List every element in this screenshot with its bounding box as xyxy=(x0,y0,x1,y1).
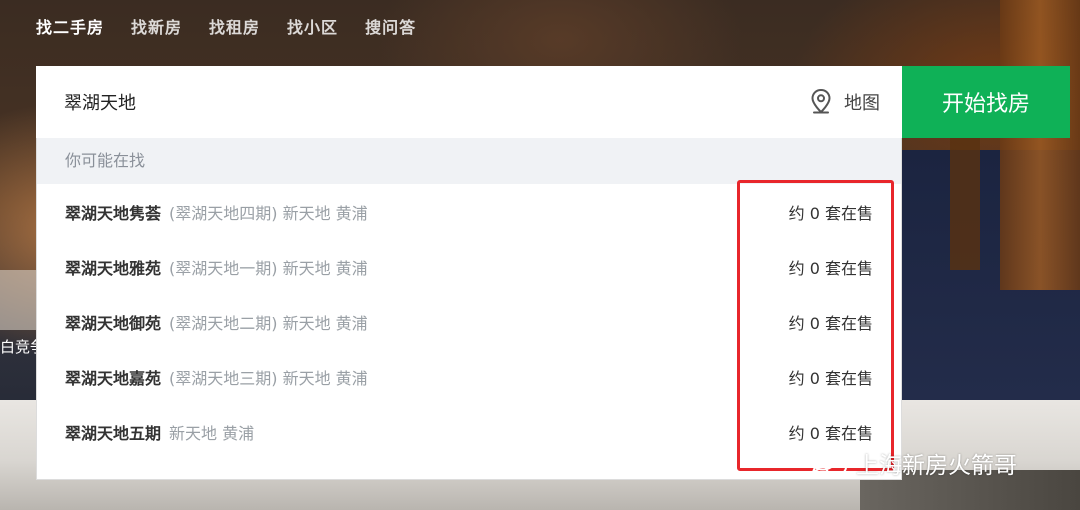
suggestion-name: 翠湖天地隽荟 xyxy=(65,203,162,223)
suggestion-item[interactable]: 翠湖天地雅苑 (翠湖天地一期) 新天地 黄浦 约 0 套在售 xyxy=(37,239,901,294)
background-chair-leg xyxy=(950,120,980,270)
background-shelf xyxy=(0,270,40,330)
watermark: 上海新房火箭哥 xyxy=(808,446,1017,480)
suggestion-item[interactable]: 翠湖天地隽荟 (翠湖天地四期) 新天地 黄浦 约 0 套在售 xyxy=(37,184,901,239)
tab-second-hand[interactable]: 找二手房 xyxy=(36,14,104,38)
tab-qa[interactable]: 搜问答 xyxy=(365,14,416,38)
map-pin-icon xyxy=(811,88,831,114)
tab-rental[interactable]: 找租房 xyxy=(209,14,260,38)
suggestion-count: 约 0 套在售 xyxy=(788,203,873,223)
tab-community[interactable]: 找小区 xyxy=(287,14,338,38)
search-bar: 地图 xyxy=(36,66,902,138)
start-search-button[interactable]: 开始找房 xyxy=(902,66,1070,138)
suggestion-name: 翠湖天地五期 xyxy=(65,423,162,443)
suggestion-count: 约 0 套在售 xyxy=(788,313,873,333)
suggestion-subtitle: (翠湖天地二期) 新天地 黄浦 xyxy=(169,313,368,333)
dropdown-header: 你可能在找 xyxy=(37,138,901,184)
suggestion-item[interactable]: 翠湖天地五期 新天地 黄浦 约 0 套在售 xyxy=(37,404,901,459)
tab-new-home[interactable]: 找新房 xyxy=(131,14,182,38)
suggestion-name: 翠湖天地嘉苑 xyxy=(65,368,162,388)
suggestion-count: 约 0 套在售 xyxy=(788,368,873,388)
suggestion-subtitle: (翠湖天地一期) 新天地 黄浦 xyxy=(169,258,368,278)
wechat-icon xyxy=(809,447,847,479)
suggestion-subtitle: 新天地 黄浦 xyxy=(169,423,255,443)
suggestion-count: 约 0 套在售 xyxy=(788,423,873,443)
suggestion-item[interactable]: 翠湖天地嘉苑 (翠湖天地三期) 新天地 黄浦 约 0 套在售 xyxy=(37,349,901,404)
suggestion-item[interactable]: 翠湖天地御苑 (翠湖天地二期) 新天地 黄浦 约 0 套在售 xyxy=(37,294,901,349)
search-tabs: 找二手房 找新房 找租房 找小区 搜问答 xyxy=(36,14,416,38)
watermark-text: 上海新房火箭哥 xyxy=(856,453,1017,479)
suggestion-name: 翠湖天地御苑 xyxy=(65,313,162,333)
suggestion-name: 翠湖天地雅苑 xyxy=(65,258,162,278)
map-label: 地图 xyxy=(844,93,880,114)
suggestion-subtitle: (翠湖天地三期) 新天地 黄浦 xyxy=(169,368,368,388)
suggestion-subtitle: (翠湖天地四期) 新天地 黄浦 xyxy=(169,203,368,223)
suggestion-dropdown: 你可能在找 翠湖天地隽荟 (翠湖天地四期) 新天地 黄浦 约 0 套在售 翠湖天… xyxy=(36,138,902,480)
suggestion-count: 约 0 套在售 xyxy=(788,258,873,278)
search-input[interactable] xyxy=(36,66,806,138)
background-chair xyxy=(1000,0,1080,290)
map-link[interactable]: 地图 xyxy=(806,87,902,117)
